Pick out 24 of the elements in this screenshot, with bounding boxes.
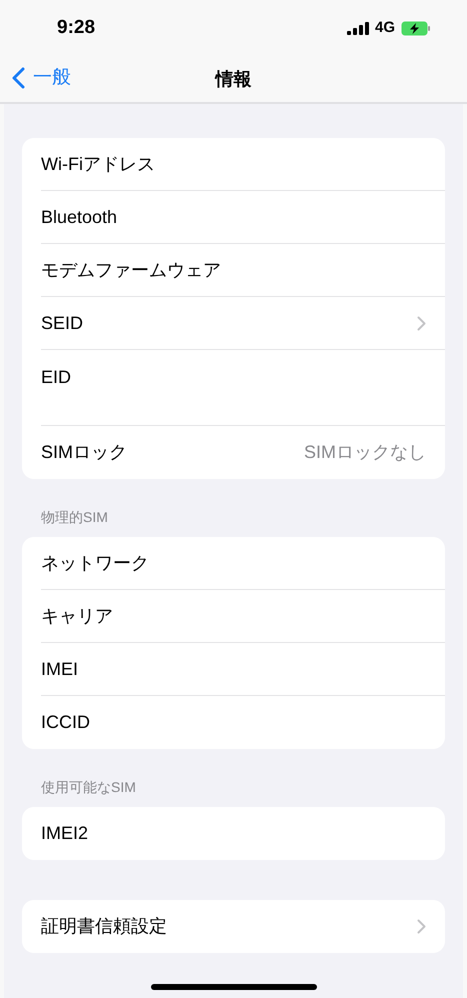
row-label: Bluetooth — [41, 206, 118, 228]
chevron-icon — [417, 919, 426, 934]
status-time: 9:28 — [57, 16, 96, 40]
row-value: SIMロックなし — [304, 441, 426, 464]
row-label: Wi-Fiアドレス — [41, 152, 156, 176]
battery-charging-icon — [401, 20, 431, 36]
row-label: IMEI — [41, 658, 80, 680]
signal-icon — [346, 22, 369, 34]
row-label: EID — [41, 366, 72, 389]
section-header: 物理的SIM — [40, 508, 109, 527]
row-label: IMEI2 — [41, 822, 90, 845]
row-label: SIMロック — [41, 441, 128, 464]
row-label: ICCID — [41, 711, 91, 734]
chevron-icon — [417, 316, 426, 330]
back-chevron-icon — [12, 67, 25, 90]
row-label: モデムファームウェア — [41, 258, 222, 282]
section-header: 使用可能なSIM — [40, 778, 137, 797]
network-type: 4G — [374, 18, 395, 38]
row-label: ネットワーク — [41, 552, 150, 574]
page-title: 情報 — [216, 68, 252, 90]
back-button[interactable]: 一般 — [12, 64, 71, 92]
row-label: キャリア — [41, 604, 114, 628]
row-label: 証明書信頼設定 — [41, 915, 168, 938]
row-label: SEID — [41, 312, 84, 334]
